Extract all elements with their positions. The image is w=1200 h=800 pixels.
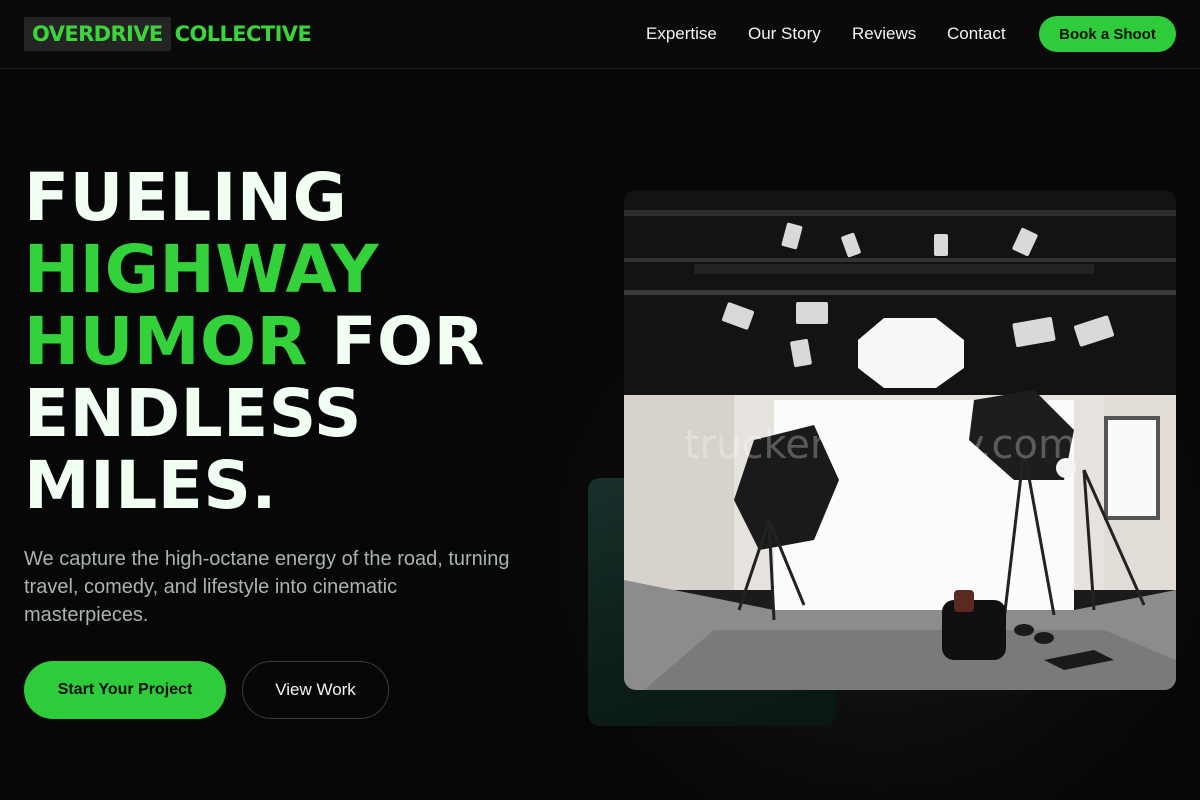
studio-photo: truckercomedy.com [624, 190, 1176, 690]
hero-subtitle: We capture the high-octane energy of the… [24, 548, 510, 626]
site-header: OVERDRIVE COLLECTIVE Expertise Our Story… [0, 0, 1200, 69]
headline-line-3-rest: FOR [307, 303, 485, 380]
headline-line-2: HIGHWAY [24, 231, 380, 308]
brand-logo[interactable]: OVERDRIVE COLLECTIVE [24, 15, 312, 52]
hero-headline: FUELING HIGHWAY HUMOR FOR ENDLESS MILES. [24, 162, 584, 522]
nav-link-contact[interactable]: Contact [947, 24, 1006, 44]
start-project-button[interactable]: Start Your Project [24, 661, 226, 719]
headline-line-1: FUELING [24, 159, 348, 236]
brand-logo-part2: COLLECTIVE [174, 21, 312, 46]
nav-link-our-story[interactable]: Our Story [748, 24, 821, 44]
headline-line-4: ENDLESS [24, 375, 362, 452]
view-work-button[interactable]: View Work [242, 661, 389, 719]
headline-line-3: HUMOR FOR [24, 306, 584, 378]
nav-link-expertise[interactable]: Expertise [646, 24, 717, 44]
photo-watermark: truckercomedy.com [684, 422, 1077, 468]
nav-link-reviews[interactable]: Reviews [852, 24, 916, 44]
headline-line-5: MILES. [24, 447, 277, 524]
brand-logo-part1: OVERDRIVE [24, 16, 171, 51]
headline-accent-word: HUMOR [24, 303, 308, 380]
book-shoot-button[interactable]: Book a Shoot [1039, 16, 1176, 52]
